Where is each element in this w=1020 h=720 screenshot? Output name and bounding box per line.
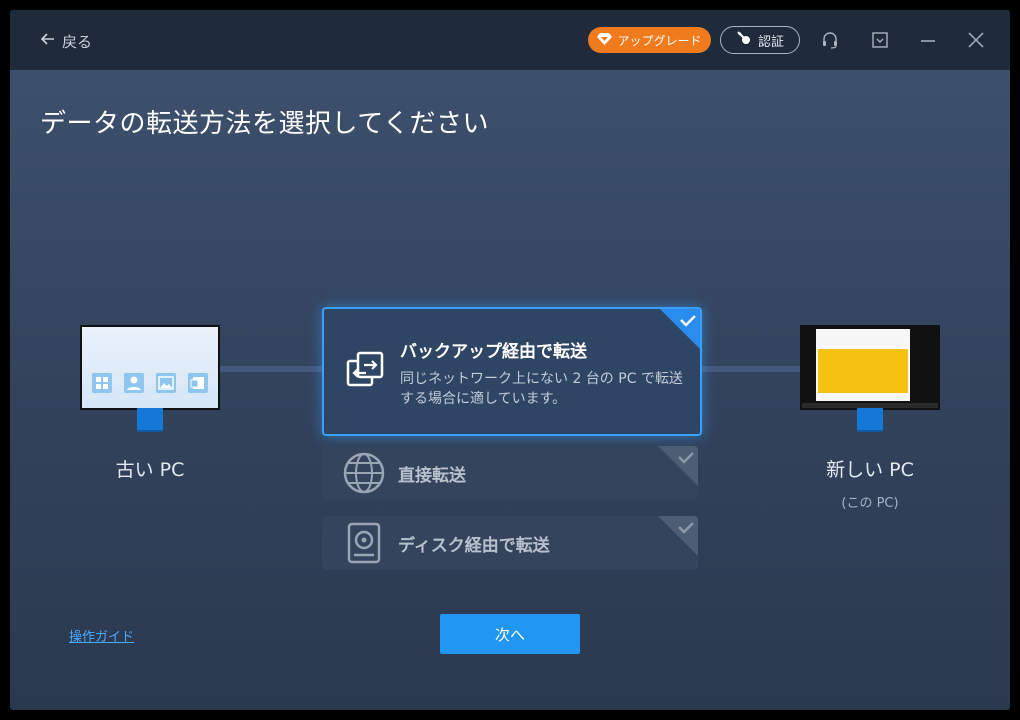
disk-icon xyxy=(342,521,386,565)
connector-right xyxy=(698,366,800,372)
new-pc-sublabel: (この PC) xyxy=(841,496,899,511)
app-window: 戻る アップグレード 認証 データの転送方法を選択してください 古い PC 新し… xyxy=(10,10,1010,710)
backup-transfer-icon xyxy=(344,349,388,393)
menu-dropdown-icon[interactable] xyxy=(870,30,890,50)
new-pc-stand xyxy=(857,408,883,432)
office-icon xyxy=(188,373,208,393)
next-button[interactable]: 次へ xyxy=(440,614,580,654)
page-title: データの転送方法を選択してください xyxy=(40,109,489,139)
back-button[interactable]: 戻る xyxy=(40,30,92,52)
activate-button[interactable]: 認証 xyxy=(720,26,800,54)
new-pc-label: 新しい PC xyxy=(826,459,914,481)
checkmark-icon xyxy=(660,309,700,349)
method-card-disk[interactable]: ディスク経由で転送 xyxy=(322,516,698,570)
user-guide-link[interactable]: 操作ガイド xyxy=(69,626,134,645)
method-title: ディスク経由で転送 xyxy=(398,536,550,556)
title-bar: 戻る アップグレード 認証 xyxy=(10,10,1010,70)
user-icon xyxy=(124,373,144,393)
old-pc-label: 古い PC xyxy=(115,459,185,481)
minimize-icon[interactable] xyxy=(918,30,938,50)
upgrade-label: アップグレード xyxy=(617,33,702,48)
back-label: 戻る xyxy=(62,32,93,51)
checkmark-icon xyxy=(658,446,698,486)
arrow-left-icon xyxy=(40,31,56,51)
connector-left xyxy=(220,366,322,372)
method-title: バックアップ経由で転送 xyxy=(400,342,587,362)
method-card-backup[interactable]: バックアップ経由で転送 同じネットワーク上にない 2 台の PC で転送する場合… xyxy=(322,307,702,436)
apps-icon xyxy=(92,373,112,393)
method-description: 同じネットワーク上にない 2 台の PC で転送する場合に適しています。 xyxy=(400,371,683,407)
old-pc-stand xyxy=(137,408,163,432)
checkmark-icon xyxy=(658,516,698,556)
diamond-icon xyxy=(597,32,613,48)
upgrade-button[interactable]: アップグレード xyxy=(588,27,711,53)
activate-label: 認証 xyxy=(757,34,784,50)
globe-icon xyxy=(342,451,386,495)
desktop-screenshot xyxy=(802,327,938,408)
key-icon xyxy=(736,30,752,50)
old-pc-monitor xyxy=(80,325,220,410)
new-pc-monitor xyxy=(800,325,940,410)
next-label: 次へ xyxy=(494,625,525,644)
method-title: 直接転送 xyxy=(398,466,466,486)
close-icon[interactable] xyxy=(966,30,986,50)
image-icon xyxy=(156,373,176,393)
headset-icon[interactable] xyxy=(820,30,840,50)
method-card-direct[interactable]: 直接転送 xyxy=(322,446,698,500)
